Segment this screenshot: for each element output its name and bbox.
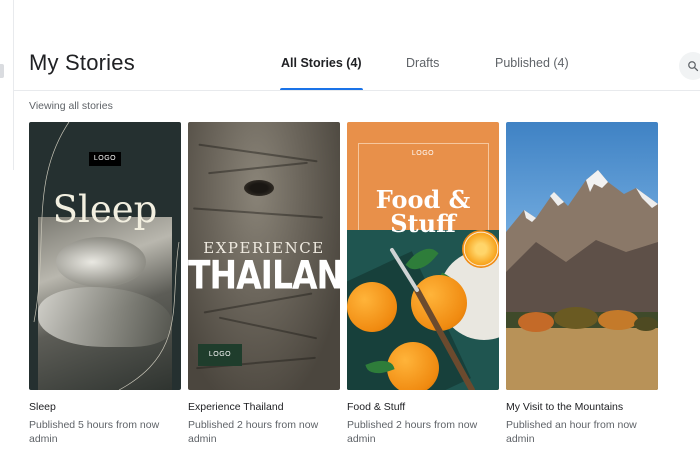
top-bar — [0, 0, 700, 35]
story-author: admin — [506, 433, 535, 445]
logo-placeholder: LOGO — [198, 344, 242, 366]
skin-texture — [198, 143, 318, 163]
story-title[interactable]: Experience Thailand — [188, 401, 284, 413]
story-publish-status: Published an hour from now — [506, 419, 637, 431]
skin-texture — [193, 207, 323, 219]
story-card-thailand[interactable]: EXPERIENCE THAILAND LOGO Experience Thai… — [188, 122, 340, 445]
story-thumbnail[interactable]: LOGO Sleep — [29, 122, 181, 390]
thumbnail-title: THAILAND — [188, 251, 340, 298]
story-thumbnail[interactable] — [506, 122, 658, 390]
story-title[interactable]: My Visit to the Mountains — [506, 401, 623, 413]
thumbnail-title-line: Stuff — [390, 209, 456, 238]
logo-placeholder: LOGO — [411, 150, 435, 157]
knife-shape — [390, 248, 475, 390]
tab-published[interactable]: Published (4) — [495, 56, 569, 90]
story-card-mountains[interactable]: My Visit to the Mountains Published an h… — [506, 122, 658, 445]
story-author: admin — [29, 433, 58, 445]
filter-label: Viewing all stories — [29, 100, 113, 112]
elephant-eye — [244, 180, 274, 196]
search-button[interactable] — [679, 52, 700, 80]
mountain-landscape — [506, 170, 658, 390]
story-card-food[interactable]: LOGO Food & Stuff Food & Stuff Published… — [347, 122, 499, 445]
story-thumbnail[interactable]: LOGO Food & Stuff — [347, 122, 499, 390]
left-rail — [0, 0, 14, 170]
rail-indicator — [0, 64, 4, 78]
story-publish-status: Published 5 hours from now — [29, 419, 160, 431]
story-title[interactable]: Food & Stuff — [347, 401, 405, 413]
story-thumbnail[interactable]: EXPERIENCE THAILAND LOGO — [188, 122, 340, 390]
story-title[interactable]: Sleep — [29, 401, 56, 413]
thumbnail-title: Sleep — [52, 188, 158, 231]
skin-texture — [208, 161, 308, 175]
search-icon — [688, 61, 699, 72]
logo-placeholder: LOGO — [89, 152, 121, 166]
thumbnail-title: Food & Stuff — [347, 188, 499, 236]
food-photo — [347, 230, 499, 390]
story-card-sleep[interactable]: LOGO Sleep Sleep Published 5 hours from … — [29, 122, 181, 445]
story-author: admin — [347, 433, 376, 445]
page-title: My Stories — [29, 50, 135, 75]
page-header: My Stories All Stories (4) Drafts Publis… — [14, 35, 700, 91]
story-author: admin — [188, 433, 217, 445]
skin-texture — [218, 316, 318, 340]
story-publish-status: Published 2 hours from now — [188, 419, 319, 431]
story-publish-status: Published 2 hours from now — [347, 419, 478, 431]
tab-drafts[interactable]: Drafts — [406, 56, 439, 90]
tab-all-stories[interactable]: All Stories (4) — [280, 56, 363, 90]
